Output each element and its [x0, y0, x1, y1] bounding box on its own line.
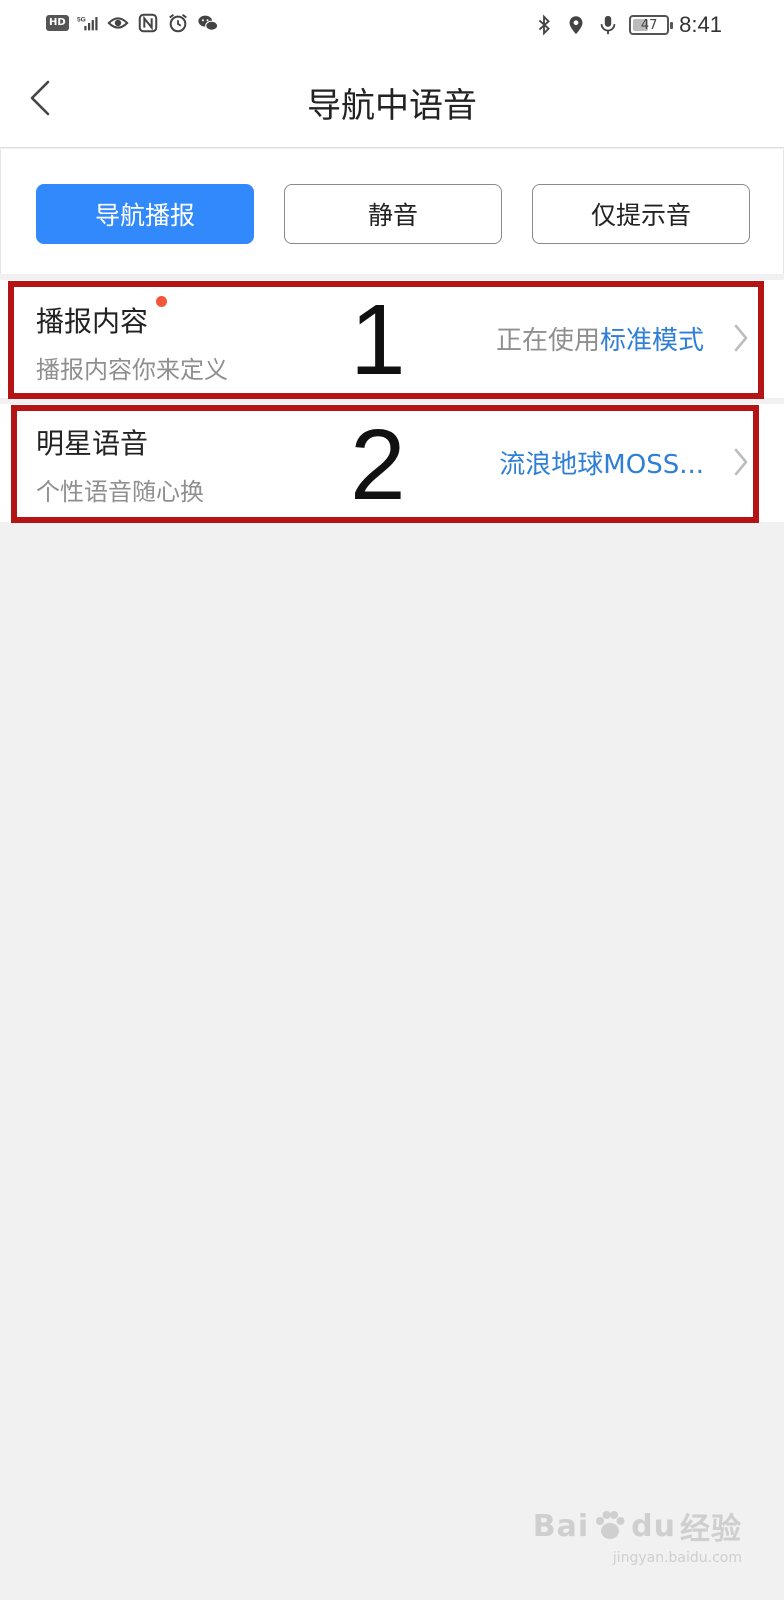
- location-icon: [569, 16, 583, 35]
- status-bar: HD 5G 47 8:41: [0, 0, 784, 48]
- row-value: 流浪地球MOSS...: [499, 444, 704, 481]
- status-left-icons: HD 5G: [46, 12, 219, 34]
- chevron-right-icon: [734, 448, 748, 476]
- row-subtitle: 个性语音随心换: [36, 478, 204, 506]
- battery-indicator: 47: [629, 15, 674, 35]
- page-title: 导航中语音: [307, 86, 477, 126]
- voice-mode-panel: 导航播报 静音 仅提示音: [0, 149, 784, 274]
- value-link: 标准模式: [599, 326, 704, 356]
- network-label: 5G: [77, 17, 86, 24]
- mode-button-tone-only[interactable]: 仅提示音: [532, 184, 750, 244]
- row-divider: [0, 398, 784, 399]
- watermark-brand: Bai: [532, 1508, 590, 1544]
- chevron-right-icon: [734, 324, 748, 352]
- status-time: 8:41: [679, 12, 722, 37]
- nfc-icon: [138, 13, 157, 33]
- paw-icon: [596, 1511, 625, 1539]
- mode-button-mute[interactable]: 静音: [284, 184, 502, 244]
- signal-icon: 5G: [77, 17, 98, 31]
- bluetooth-icon: [538, 14, 551, 36]
- value-prefix: 正在使用: [495, 326, 600, 356]
- value-link: 流浪地球MOSS...: [499, 450, 704, 480]
- mode-button-broadcast[interactable]: 导航播报: [36, 184, 254, 244]
- nav-header: 导航中语音: [0, 48, 784, 148]
- annotation-number-1: 1: [350, 284, 406, 396]
- battery-level: 47: [640, 17, 658, 33]
- status-right-icons: 47 8:41: [533, 12, 722, 38]
- hd-badge: HD: [46, 15, 69, 31]
- row-subtitle: 播报内容你来定义: [36, 356, 228, 384]
- alarm-icon: [168, 13, 187, 33]
- new-badge-dot: [156, 296, 167, 307]
- eye-icon: [107, 17, 129, 29]
- watermark-brand-suffix: du: [631, 1508, 676, 1544]
- row-title: 播报内容: [36, 305, 149, 338]
- watermark-product: 经验: [680, 1512, 742, 1547]
- microphone-icon: [600, 15, 616, 35]
- annotation-number-2: 2: [350, 409, 406, 521]
- row-title: 明星语音: [36, 427, 149, 460]
- baidu-jingyan-watermark: Bai du 经验 jingyan.baidu.com: [533, 1504, 742, 1567]
- row-value: 正在使用标准模式: [496, 320, 704, 357]
- watermark-url: jingyan.baidu.com: [612, 1550, 742, 1566]
- wechat-icon: [198, 15, 218, 31]
- watermark-logo: Bai du 经验: [533, 1504, 742, 1548]
